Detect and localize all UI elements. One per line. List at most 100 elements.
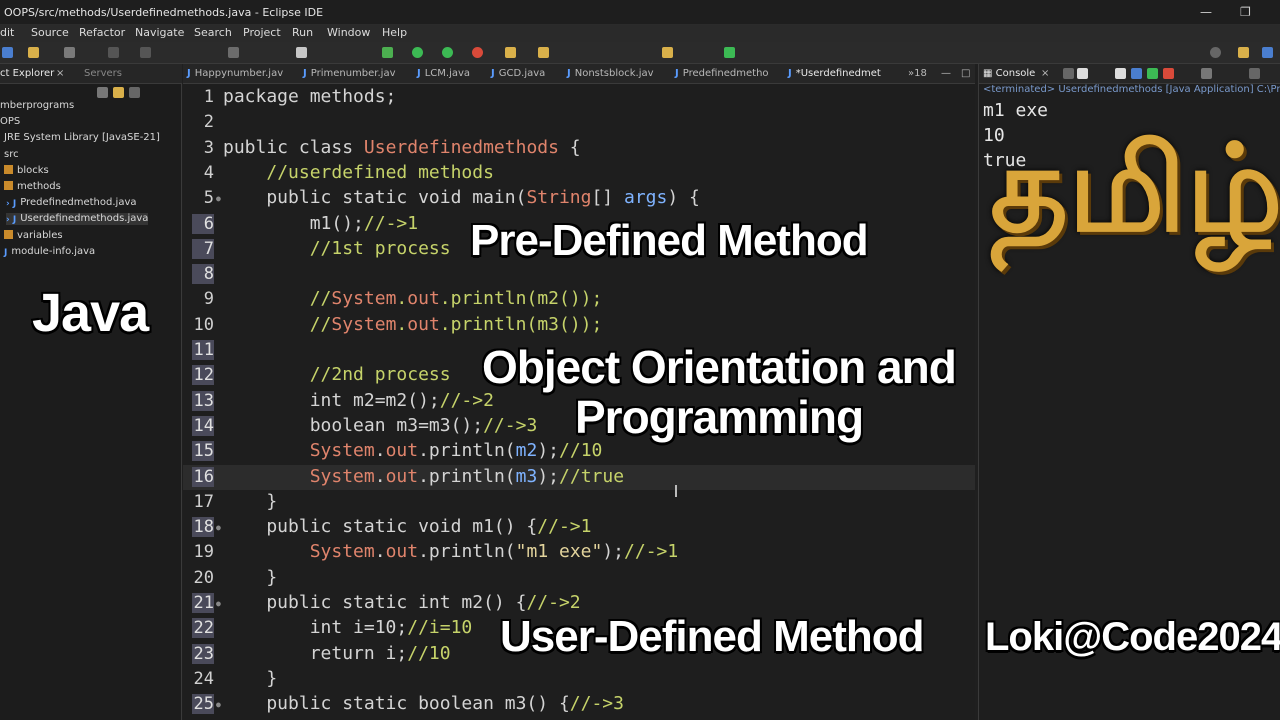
fold-marker-icon[interactable]: ● — [216, 523, 221, 532]
terminate-icon[interactable] — [140, 47, 151, 58]
menu-source[interactable]: Source — [31, 26, 69, 39]
code-text: public static boolean m3() {//->3 — [223, 693, 624, 715]
perspective-icon[interactable] — [1238, 47, 1249, 58]
terminal-icon[interactable] — [724, 47, 735, 58]
minimize-icon[interactable]: — — [1200, 5, 1212, 19]
code-line[interactable]: 20 } — [183, 566, 975, 591]
scroll-lock-icon[interactable] — [1131, 68, 1142, 79]
tab-project-explorer[interactable]: ct Explorer — [0, 68, 54, 79]
remove-launch-icon[interactable] — [1077, 68, 1088, 79]
line-number: 1 — [203, 87, 214, 107]
menu-help[interactable]: Help — [382, 26, 407, 39]
code-line[interactable]: 19 System.out.println("m1 exe");//->1 — [183, 540, 975, 565]
tab-gcd[interactable]: J GCD.java — [491, 68, 545, 79]
menu-project[interactable]: Project — [243, 26, 281, 39]
link-editor-icon[interactable] — [113, 87, 124, 98]
undo-icon[interactable] — [28, 47, 39, 58]
line-number: 10 — [193, 314, 214, 335]
maximize-icon[interactable]: ❐ — [1240, 5, 1251, 19]
close-icon[interactable]: × — [1041, 68, 1049, 79]
tab-console[interactable]: ▦ Console — [983, 68, 1035, 79]
code-line[interactable]: 17 } — [183, 490, 975, 515]
code-line[interactable]: 9 //System.out.println(m2()); — [183, 287, 975, 312]
terminate-console-icon[interactable] — [1063, 68, 1074, 79]
overlay-brand: Loki@Code2024 — [985, 615, 1280, 659]
search-toolbar-icon[interactable] — [538, 47, 549, 58]
menu-edit[interactable]: dit — [0, 26, 14, 39]
tree-item[interactable]: src — [4, 149, 19, 160]
step-icon[interactable] — [108, 47, 119, 58]
code-line[interactable]: 18 ● public static void m1() {//->1 — [183, 515, 975, 540]
line-number: 20 — [193, 567, 214, 588]
maximize-editor-icon[interactable]: □ — [961, 68, 970, 79]
code-line[interactable]: 16 System.out.println(m3);//true — [183, 464, 975, 490]
code-line[interactable]: 24 } — [183, 667, 975, 692]
tree-item[interactable]: Jmodule-info.java — [4, 246, 95, 258]
back-icon[interactable] — [662, 47, 673, 58]
save-icon[interactable] — [64, 47, 75, 58]
fold-marker-icon[interactable]: ● — [216, 599, 221, 608]
tree-item[interactable]: OPS — [0, 116, 20, 127]
pen-icon[interactable] — [296, 47, 307, 58]
pin-console-icon[interactable] — [1163, 68, 1174, 79]
menu-bar: dit Source Refactor Navigate Search Proj… — [0, 25, 1280, 42]
console-view-menu-icon[interactable] — [1249, 68, 1260, 79]
tab-overflow[interactable]: »18 — [908, 68, 927, 79]
explorer-tabs: ct Explorer × Servers — [0, 64, 182, 84]
menu-navigate[interactable]: Navigate — [135, 26, 184, 39]
run-icon[interactable] — [412, 47, 423, 58]
tree-item[interactable]: blocks — [4, 165, 49, 176]
code-line[interactable]: 25 ● public static boolean m3() {//->3 — [183, 692, 975, 717]
overlay-java: Java — [32, 283, 149, 343]
code-line[interactable]: 3 public class Userdefinedmethods { — [183, 136, 975, 161]
package-icon — [4, 181, 13, 190]
terminated-label: <terminated> Userdefinedmethods [Java Ap… — [983, 84, 1280, 95]
minimize-editor-icon[interactable]: — — [941, 68, 951, 79]
collapse-all-icon[interactable] — [97, 87, 108, 98]
tab-predefinedmethod[interactable]: J Predefinedmetho — [675, 68, 769, 79]
line-number: 14 — [192, 415, 214, 436]
tree-item[interactable]: JRE System Library [JavaSE-21] — [4, 132, 160, 143]
line-number: 18 — [192, 517, 214, 538]
code-line[interactable]: 1 package methods; — [183, 85, 975, 110]
tree-item-label: mberprograms — [0, 100, 75, 111]
new-icon[interactable] — [2, 47, 13, 58]
tree-item[interactable]: variables — [4, 230, 63, 241]
display-console-icon[interactable] — [1201, 68, 1212, 79]
tab-happynumber[interactable]: J Happynumber.jav — [187, 68, 283, 79]
fold-marker-icon[interactable]: ● — [216, 194, 221, 203]
debug-icon[interactable] — [382, 47, 393, 58]
code-line[interactable]: 2 — [183, 110, 975, 135]
code-line[interactable]: 4 //userdefined methods — [183, 161, 975, 186]
tab-lcm[interactable]: J LCM.java — [417, 68, 470, 79]
tab-servers[interactable]: Servers — [84, 68, 122, 79]
tree-item[interactable]: mberprograms — [0, 100, 74, 111]
tree-item-selected[interactable]: › J Userdefinedmethods.java — [6, 213, 149, 225]
tab-primenumber[interactable]: J Primenumber.jav — [303, 68, 396, 79]
mouse-cursor — [675, 485, 677, 497]
clear-console-icon[interactable] — [1115, 68, 1126, 79]
coverage-icon[interactable] — [442, 47, 453, 58]
tab-nonstsblock[interactable]: J Nonstsblock.jav — [567, 68, 654, 79]
format-icon[interactable] — [228, 47, 239, 58]
editor-tabs: J Happynumber.jav J Primenumber.jav J LCM.j… — [183, 64, 975, 84]
close-icon[interactable]: × — [56, 68, 64, 79]
external-tools-icon[interactable] — [472, 47, 483, 58]
new-java-project-icon[interactable] — [505, 47, 516, 58]
code-line[interactable]: 5 ● public static void main(String[] args… — [183, 186, 975, 211]
tree-item[interactable]: › J Predefinedmethod.java — [6, 197, 137, 209]
menu-refactor[interactable]: Refactor — [79, 26, 125, 39]
search-icon[interactable] — [1210, 47, 1221, 58]
menu-window[interactable]: Window — [327, 26, 370, 39]
java-perspective-icon[interactable] — [1262, 47, 1273, 58]
menu-run[interactable]: Run — [292, 26, 313, 39]
code-text: return i;//10 — [223, 642, 451, 664]
code-line[interactable]: 10 //System.out.println(m3()); — [183, 313, 975, 338]
tree-item[interactable]: methods — [4, 181, 61, 192]
menu-search[interactable]: Search — [194, 26, 232, 39]
fold-marker-icon[interactable]: ● — [216, 700, 221, 709]
line-number: 16 — [192, 466, 214, 487]
tab-userdefinedmethods[interactable]: J *Userdefinedmet — [788, 68, 881, 79]
word-wrap-icon[interactable] — [1147, 68, 1158, 79]
view-menu-icon[interactable] — [129, 87, 140, 98]
